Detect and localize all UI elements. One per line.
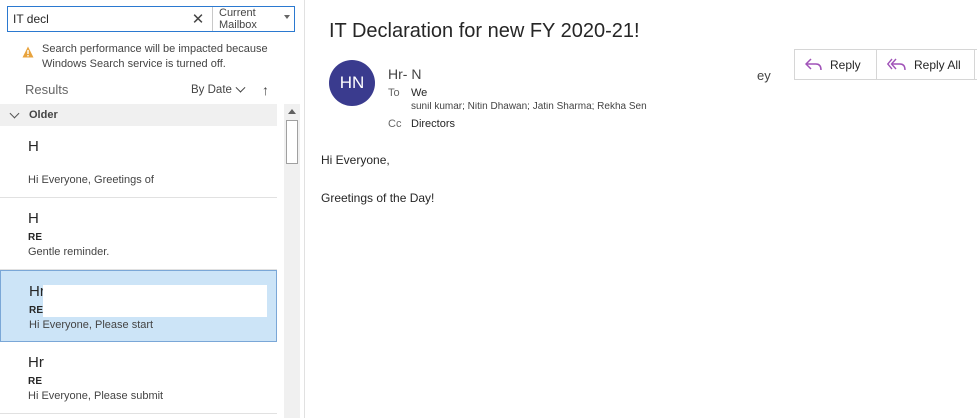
cc-label: Cc bbox=[388, 118, 402, 130]
chevron-down-icon bbox=[284, 15, 290, 19]
group-header-older[interactable]: Older bbox=[0, 104, 277, 126]
group-label: Older bbox=[29, 109, 58, 121]
message-list: H Hi Everyone, Greetings of H RE Gentle … bbox=[0, 126, 277, 418]
message-sender: Hr bbox=[28, 354, 44, 371]
warning-text-line1: Search performance will be impacted beca… bbox=[42, 43, 268, 55]
search-warning: Search performance will be impacted beca… bbox=[22, 42, 292, 72]
scroll-thumb[interactable] bbox=[286, 120, 298, 164]
message-subject: RE bbox=[28, 232, 43, 243]
reply-all-button[interactable]: Reply All bbox=[877, 50, 975, 79]
search-scope-dropdown[interactable]: Current Mailbox bbox=[212, 7, 294, 31]
reply-all-icon bbox=[887, 58, 906, 70]
message-list-pane: ✕ Current Mailbox Search performance wil… bbox=[0, 0, 305, 418]
message-actions: Reply Reply All bbox=[794, 49, 977, 80]
scroll-up-arrow-icon[interactable] bbox=[284, 104, 300, 118]
message-list-scrollbar[interactable] bbox=[284, 104, 300, 418]
cc-recipients[interactable]: Directors bbox=[411, 118, 455, 130]
message-title: IT Declaration for new FY 2020-21! bbox=[329, 20, 640, 42]
chevron-down-icon bbox=[235, 82, 246, 93]
message-subject: RE bbox=[29, 305, 44, 316]
message-preview: Gentle reminder. bbox=[28, 246, 110, 258]
sender-avatar[interactable]: HN bbox=[329, 60, 375, 106]
to-recipients-line2: sunil kumar; Nitin Dhawan; Jatin Sharma;… bbox=[411, 102, 647, 110]
to-label: To bbox=[388, 87, 400, 99]
list-item[interactable]: H Hi Everyone, Greetings of bbox=[0, 126, 277, 198]
sort-direction-arrow-up-icon[interactable]: ↑ bbox=[262, 82, 269, 98]
message-preview: Hi Everyone, Please start bbox=[29, 319, 154, 331]
message-sender: H bbox=[28, 138, 39, 155]
message-preview: Hi Everyone, Please submit bbox=[28, 390, 164, 402]
list-item-selected[interactable]: Hr RE Hi Everyone, Please start bbox=[0, 270, 277, 342]
list-item[interactable]: H RE Gentle reminder. bbox=[0, 198, 277, 270]
sort-label: By Date bbox=[191, 84, 232, 96]
clear-search-icon[interactable]: ✕ bbox=[184, 7, 212, 31]
reply-button[interactable]: Reply bbox=[795, 50, 877, 79]
sender-name-fragment: ey bbox=[757, 68, 771, 83]
search-input[interactable] bbox=[8, 7, 184, 31]
body-text: Greetings of the Day! bbox=[321, 191, 435, 205]
warning-text-line2: Windows Search service is turned off. bbox=[42, 58, 226, 70]
message-subject: RE bbox=[28, 376, 43, 387]
redaction-box bbox=[43, 285, 267, 317]
message-sender: H bbox=[28, 210, 39, 227]
warning-icon bbox=[22, 46, 34, 58]
results-header: Results By Date ↑ bbox=[25, 82, 277, 100]
search-box: ✕ Current Mailbox bbox=[7, 6, 295, 32]
chevron-down-icon bbox=[9, 108, 20, 118]
list-item[interactable]: Hr RE Hi Everyone, Please submit bbox=[0, 342, 277, 414]
search-scope-label: Current Mailbox bbox=[219, 7, 257, 31]
message-preview: Hi Everyone, Greetings of bbox=[28, 174, 154, 186]
reply-all-label: Reply All bbox=[914, 57, 961, 72]
reply-label: Reply bbox=[830, 57, 861, 72]
sender-name[interactable]: Hr- N bbox=[388, 66, 421, 82]
to-recipients[interactable]: We bbox=[411, 87, 427, 99]
results-label: Results bbox=[25, 82, 69, 97]
sort-by-dropdown[interactable]: By Date bbox=[191, 82, 246, 96]
body-greeting: Hi Everyone, bbox=[321, 153, 390, 167]
reply-icon bbox=[805, 57, 822, 70]
